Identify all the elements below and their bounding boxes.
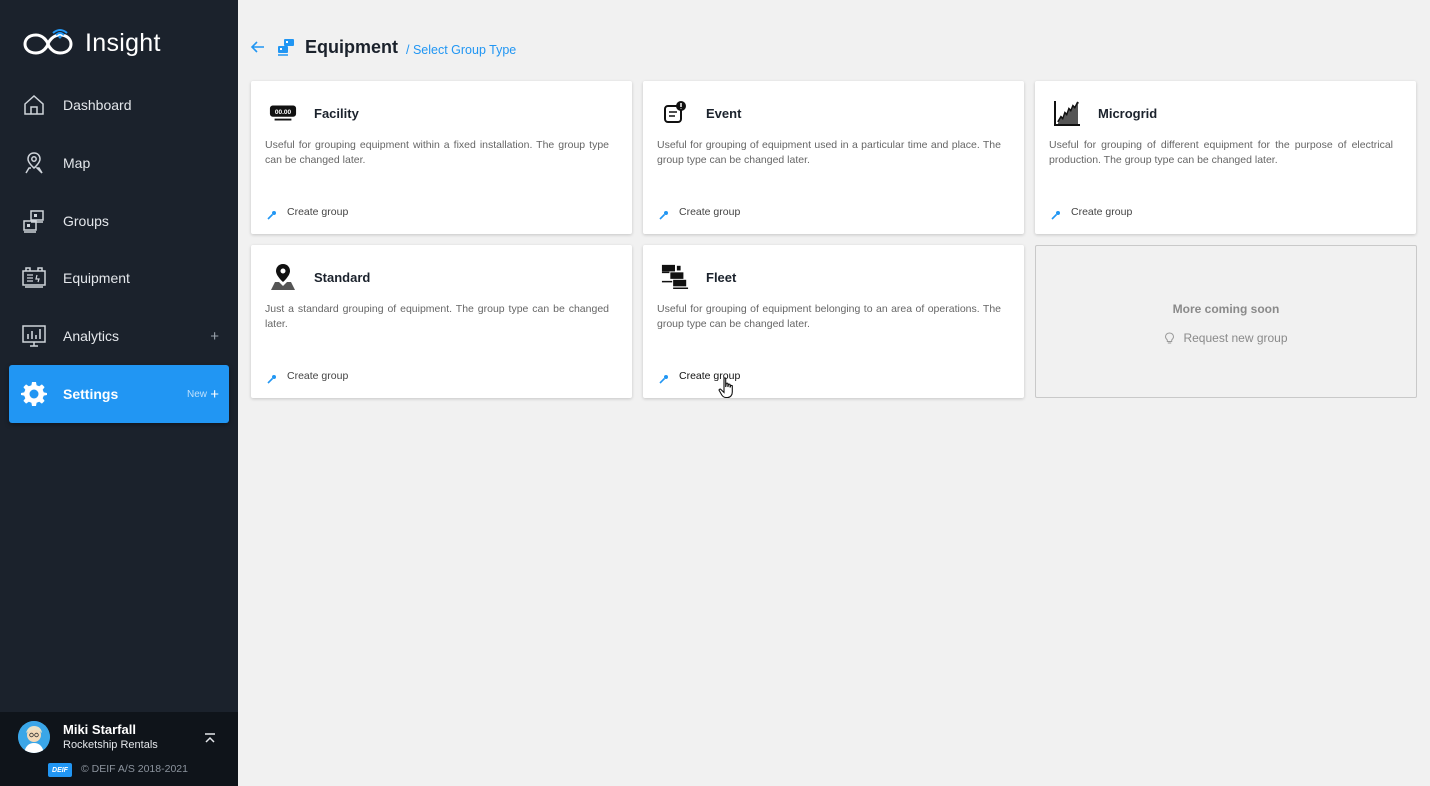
card-description: Useful for grouping of equipment belongi… xyxy=(657,303,1001,330)
card-description: Just a standard grouping of equipment. T… xyxy=(265,303,609,330)
home-icon xyxy=(20,91,48,119)
sidebar-item-label: Dashboard xyxy=(63,97,132,113)
group-type-card-standard[interactable]: Standard Just a standard grouping of equ… xyxy=(251,245,632,398)
request-new-group-button[interactable]: Request new group xyxy=(1036,331,1416,345)
create-group-button[interactable]: Create group xyxy=(659,370,741,384)
user-organization: Rocketship Rentals xyxy=(63,739,158,751)
clock-display-icon: 00.00 xyxy=(269,99,297,127)
wrench-icon xyxy=(267,207,277,220)
request-new-group-label: Request new group xyxy=(1183,331,1288,345)
user-panel: Miki Starfall Rocketship Rentals DEIF © … xyxy=(0,712,238,786)
page-title: Equipment xyxy=(305,36,398,57)
new-badge: New xyxy=(186,388,207,400)
chart-growth-icon xyxy=(1053,99,1081,127)
card-description: Useful for grouping of different equipme… xyxy=(1049,139,1393,166)
analytics-icon xyxy=(20,322,48,350)
sidebar: Insight Dashboard Map Groups Equipment A… xyxy=(0,0,238,786)
more-coming-soon-card: More coming soon Request new group xyxy=(1035,245,1417,398)
group-type-card-facility[interactable]: 00.00 Facility Useful for grouping equip… xyxy=(251,81,632,234)
app-name: Insight xyxy=(85,28,161,57)
groups-icon xyxy=(277,38,295,56)
copyright: © DEIF A/S 2018-2021 xyxy=(81,763,188,775)
sidebar-item-label: Settings xyxy=(63,386,119,402)
create-group-label: Create group xyxy=(679,370,741,382)
card-title: Fleet xyxy=(706,270,737,285)
back-arrow-icon[interactable] xyxy=(250,39,266,55)
card-description: Useful for grouping of equipment used in… xyxy=(657,139,1001,166)
sidebar-item-equipment[interactable]: Equipment xyxy=(9,249,229,307)
equipment-icon xyxy=(20,264,48,292)
card-title: Microgrid xyxy=(1098,106,1158,121)
create-group-label: Create group xyxy=(287,370,349,382)
user-name: Miki Starfall xyxy=(63,722,136,737)
sidebar-item-settings[interactable]: Settings New + xyxy=(9,365,229,423)
clock-display-text: 00.00 xyxy=(275,109,292,116)
group-type-card-event[interactable]: Event Useful for grouping of equipment u… xyxy=(643,81,1024,234)
group-type-card-fleet[interactable]: Fleet Useful for grouping of equipment b… xyxy=(643,245,1024,398)
sidebar-item-label: Map xyxy=(63,155,91,171)
wrench-icon xyxy=(1051,207,1061,220)
group-type-card-microgrid[interactable]: Microgrid Useful for grouping of differe… xyxy=(1035,81,1416,234)
map-pin-icon xyxy=(20,149,48,177)
lightbulb-icon xyxy=(1164,332,1175,344)
create-group-button[interactable]: Create group xyxy=(659,206,741,220)
sidebar-item-analytics[interactable]: Analytics + xyxy=(9,307,229,365)
wrench-icon xyxy=(659,371,669,384)
expand-icon[interactable]: + xyxy=(210,328,219,345)
expand-icon[interactable]: + xyxy=(210,386,219,403)
card-title: Standard xyxy=(314,270,371,285)
gear-icon xyxy=(20,380,48,408)
location-pin-icon xyxy=(269,263,297,291)
create-group-label: Create group xyxy=(287,206,349,218)
infinity-logo-icon xyxy=(23,29,73,55)
sidebar-item-map[interactable]: Map xyxy=(9,134,229,192)
page-header: Equipment / Select Group Type xyxy=(250,34,516,60)
create-group-button[interactable]: Create group xyxy=(267,206,349,220)
deif-logo: DEIF xyxy=(48,763,72,777)
wrench-icon xyxy=(659,207,669,220)
create-group-label: Create group xyxy=(1071,206,1133,218)
card-title: Event xyxy=(706,106,742,121)
groups-icon xyxy=(20,207,48,235)
coming-soon-title: More coming soon xyxy=(1172,302,1280,316)
app-logo[interactable]: Insight xyxy=(23,25,161,61)
card-description: Useful for grouping equipment within a f… xyxy=(265,139,609,166)
avatar[interactable] xyxy=(18,721,50,753)
create-group-button[interactable]: Create group xyxy=(267,370,349,384)
sidebar-item-label: Analytics xyxy=(63,328,120,344)
collapse-up-icon[interactable] xyxy=(203,732,217,746)
wrench-icon xyxy=(267,371,277,384)
sidebar-item-dashboard[interactable]: Dashboard xyxy=(9,76,229,134)
event-notice-icon xyxy=(661,99,689,127)
card-title: Facility xyxy=(314,106,359,121)
create-group-button[interactable]: Create group xyxy=(1051,206,1133,220)
sidebar-item-label: Equipment xyxy=(63,270,130,286)
fleet-stack-icon xyxy=(661,263,689,291)
create-group-label: Create group xyxy=(679,206,741,218)
breadcrumb[interactable]: / Select Group Type xyxy=(406,43,516,57)
sidebar-item-label: Groups xyxy=(63,213,109,229)
sidebar-item-groups[interactable]: Groups xyxy=(9,192,229,250)
